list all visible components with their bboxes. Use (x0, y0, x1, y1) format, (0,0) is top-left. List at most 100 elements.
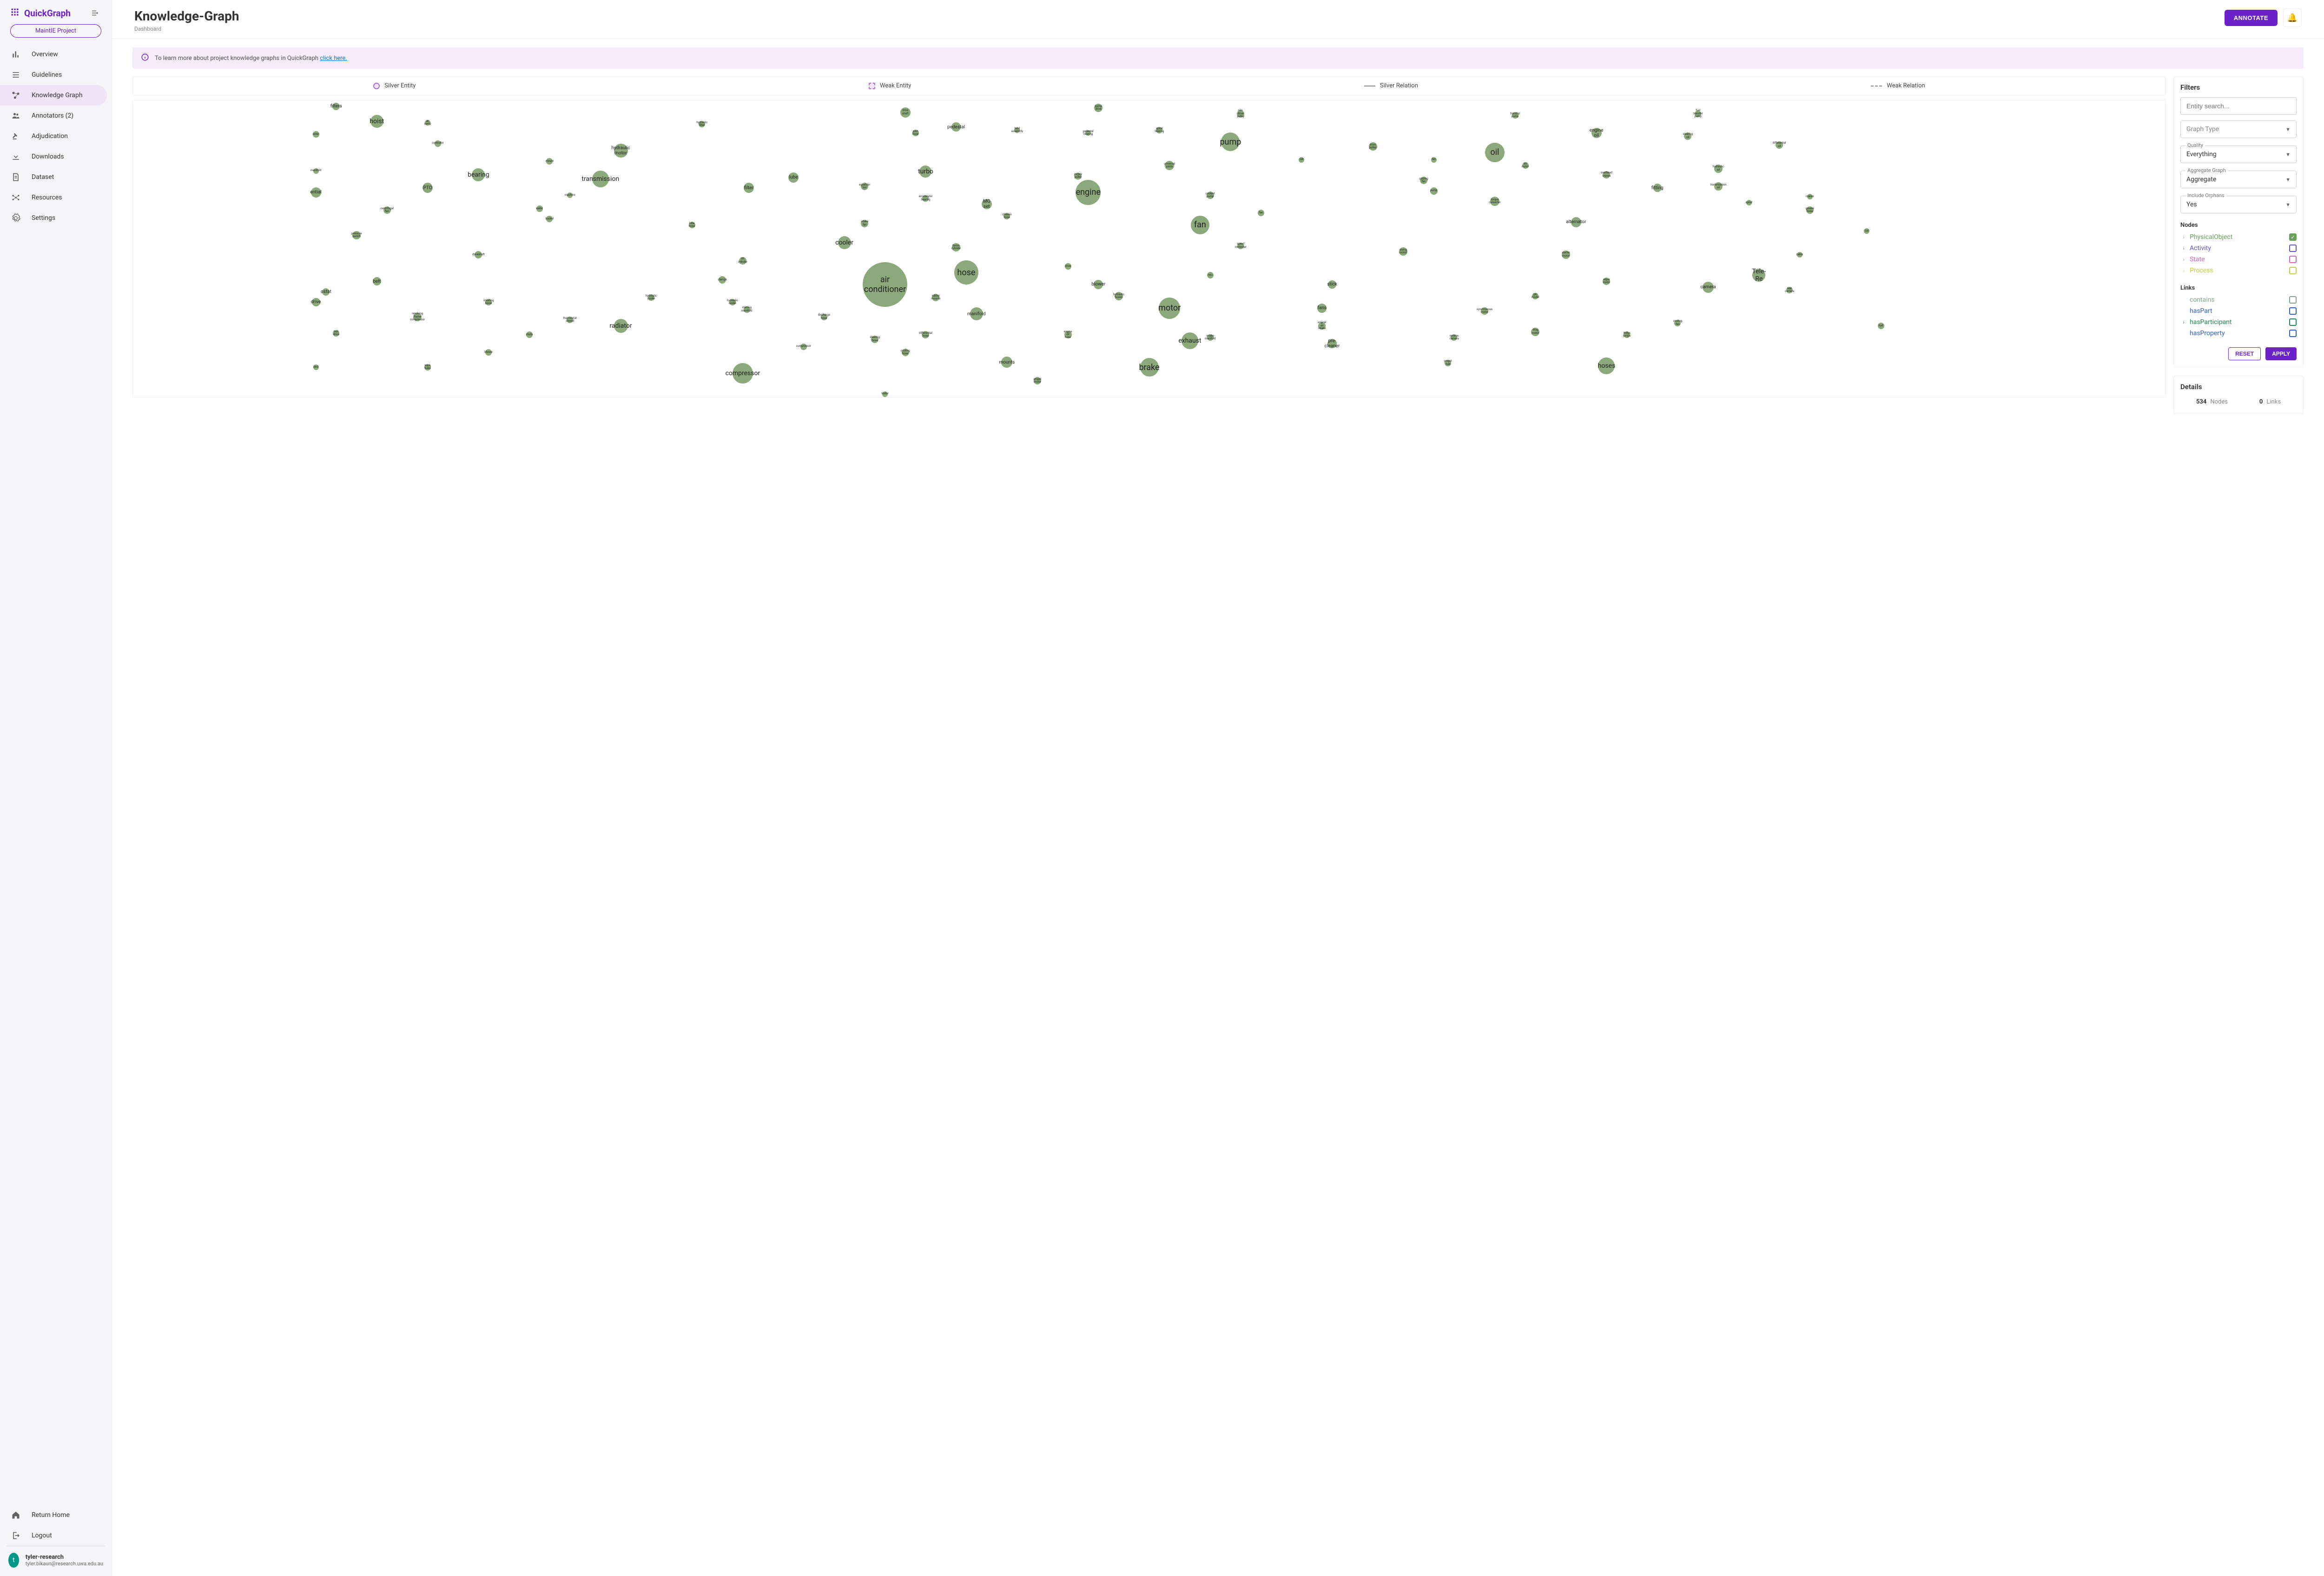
nav-overview[interactable]: Overview (0, 44, 112, 65)
orphans-select[interactable]: Include Orphans Yes▼ (2180, 196, 2297, 213)
graph-node[interactable]: cat (1299, 157, 1304, 163)
graph-node[interactable]: turbo (919, 166, 931, 178)
reset-button[interactable]: RESET (2228, 347, 2261, 360)
graph-node[interactable]: manifold (970, 307, 983, 320)
graph-node[interactable]: steering hose (871, 336, 878, 343)
graph-node[interactable]: cooling hose (902, 349, 909, 356)
graph-node[interactable]: accelerator bearing (922, 195, 929, 202)
link-filter-hasProperty[interactable]: hasProperty (2180, 328, 2297, 339)
graph-node[interactable]: fans (1317, 304, 1327, 313)
graph-node[interactable]: differential oil (1776, 141, 1783, 149)
graph-node[interactable]: revolving frame compressor (413, 313, 422, 321)
graph-node[interactable]: brake (1140, 358, 1159, 377)
graph-node[interactable]: drag motor (1531, 328, 1539, 336)
graph-node[interactable]: drive shaft (900, 107, 911, 118)
aggregate-select[interactable]: Aggregate Graph Aggregate▼ (2180, 171, 2297, 188)
graph-node[interactable]: equalizer bar (861, 183, 868, 190)
graph-node[interactable]: discharge hose (821, 314, 827, 320)
graph-node[interactable]: pilot hose (912, 130, 919, 136)
graph-canvas[interactable]: air conditionerhoseengineoilpumpfanmotor… (132, 100, 2166, 397)
graph-node[interactable]: boom cylinder (952, 243, 960, 252)
graph-node[interactable]: filter (744, 183, 754, 193)
graph-node[interactable]: overhead cranes (1603, 171, 1610, 179)
graph-node[interactable]: swing motor (1399, 247, 1407, 256)
checkbox[interactable] (2289, 296, 2297, 304)
graph-node[interactable]: propel motor (1034, 377, 1041, 384)
graph-node[interactable]: tilt motor (1522, 162, 1529, 169)
graph-node[interactable]: bird (313, 364, 319, 370)
graph-node[interactable]: hydraulic oil (1714, 165, 1723, 173)
graph-node[interactable]: MG set (982, 199, 992, 209)
graph-node[interactable]: pedestal bearing (1085, 130, 1091, 136)
graph-node[interactable]: coolant pump (1207, 192, 1214, 199)
graph-node[interactable]: PTO (423, 183, 433, 193)
annotate-button[interactable]: ANNOTATE (2225, 10, 2278, 26)
entity-search-input[interactable] (2180, 97, 2297, 115)
graph-node[interactable]: universal joints (1165, 161, 1174, 170)
graph-node[interactable]: compressor (800, 344, 807, 350)
graph-node[interactable]: reverse camera (1451, 334, 1457, 341)
graph-node[interactable]: hyd (1878, 323, 1884, 329)
graph-node[interactable]: clamps (719, 276, 726, 284)
quality-select[interactable]: Quality Everything▼ (2180, 146, 2297, 163)
graph-node[interactable]: hydraulic filter (699, 121, 705, 127)
graph-node[interactable]: blower (485, 349, 492, 356)
nav-dataset[interactable]: Dataset (0, 167, 112, 187)
graph-node[interactable]: cable (1797, 252, 1802, 258)
graph-node[interactable]: stick (1328, 280, 1336, 289)
graph-node[interactable]: grease hose (1806, 206, 1814, 214)
graph-node[interactable]: hydraulic cooler (648, 294, 654, 301)
graph-node[interactable]: trailer (882, 391, 888, 397)
graph-node[interactable]: fitting (1653, 184, 1662, 192)
nav-settings[interactable]: Settings (0, 208, 112, 228)
graph-node[interactable]: thermostat closed (567, 317, 573, 323)
graph-node[interactable]: machine (567, 192, 573, 198)
graph-node[interactable]: alternator (1571, 217, 1581, 227)
graph-node[interactable]: plc model (1532, 293, 1538, 299)
nav-annotators[interactable]: Annotators (2) (0, 106, 112, 126)
graph-node[interactable]: driveshaft (475, 251, 482, 258)
graph-node[interactable]: Willys jumps (1624, 331, 1630, 338)
graph-node[interactable]: pump (1221, 132, 1240, 151)
graph-node[interactable]: spiral (1746, 200, 1752, 205)
graph-node[interactable]: pre-cleaner (1327, 339, 1337, 348)
graph-node[interactable]: fan (1258, 210, 1264, 216)
graph-node[interactable]: steering oil (1684, 132, 1691, 140)
graph-node[interactable]: lube (788, 172, 799, 183)
graph-node[interactable]: drive (312, 298, 320, 306)
graph-node[interactable]: torque converter (1490, 197, 1499, 206)
graph-node[interactable]: pump (1430, 187, 1438, 195)
graph-node[interactable]: intake fan (861, 220, 868, 227)
graph-node[interactable]: engine (1076, 180, 1101, 205)
link-filter-hasPart[interactable]: hasPart (2180, 305, 2297, 317)
graph-node[interactable]: bucket (546, 216, 553, 222)
graph-node[interactable]: starting manifold (744, 306, 750, 313)
brand[interactable]: QuickGraph (10, 7, 71, 19)
graph-node[interactable]: track hubs (424, 364, 431, 371)
graph-node[interactable]: compressor (733, 363, 753, 384)
graph-node[interactable]: jockey pulley (1075, 172, 1082, 179)
graph-node[interactable]: mounts (1001, 357, 1012, 368)
graph-node[interactable]: water (536, 205, 543, 212)
graph-node[interactable]: drive (1065, 263, 1071, 270)
graph-node[interactable]: engine air intake (1318, 322, 1326, 330)
graph-node[interactable]: hoses (1598, 358, 1615, 374)
graph-type-select[interactable]: Graph Type▼ (2180, 120, 2297, 138)
graph-node[interactable]: rubber mounts (932, 294, 939, 301)
graph-node[interactable]: mount (546, 158, 553, 165)
checkbox[interactable] (2289, 245, 2297, 252)
nav-downloads[interactable]: Downloads (0, 146, 112, 167)
graph-node[interactable]: camera (1703, 282, 1714, 293)
graph-node[interactable]: speed controller (1237, 243, 1244, 249)
node-filter-physical_object[interactable]: ›PhysicalObject✓ (2180, 232, 2297, 243)
graph-node[interactable]: cranes (1807, 194, 1813, 199)
graph-node[interactable]: hold assembly (1014, 127, 1020, 133)
graph-node[interactable]: transfer pump (1512, 112, 1519, 119)
graph-node[interactable]: hoist (370, 115, 383, 128)
nav-guidelines[interactable]: Guidelines (0, 65, 112, 85)
graph-node[interactable]: oster (313, 131, 319, 138)
graph-node[interactable]: rear camera (1786, 287, 1793, 293)
node-filter-process[interactable]: ›Process (2180, 265, 2297, 276)
graph-node[interactable]: starter motor (1562, 251, 1570, 259)
graph-node[interactable]: non-drive pulley (1237, 110, 1244, 118)
